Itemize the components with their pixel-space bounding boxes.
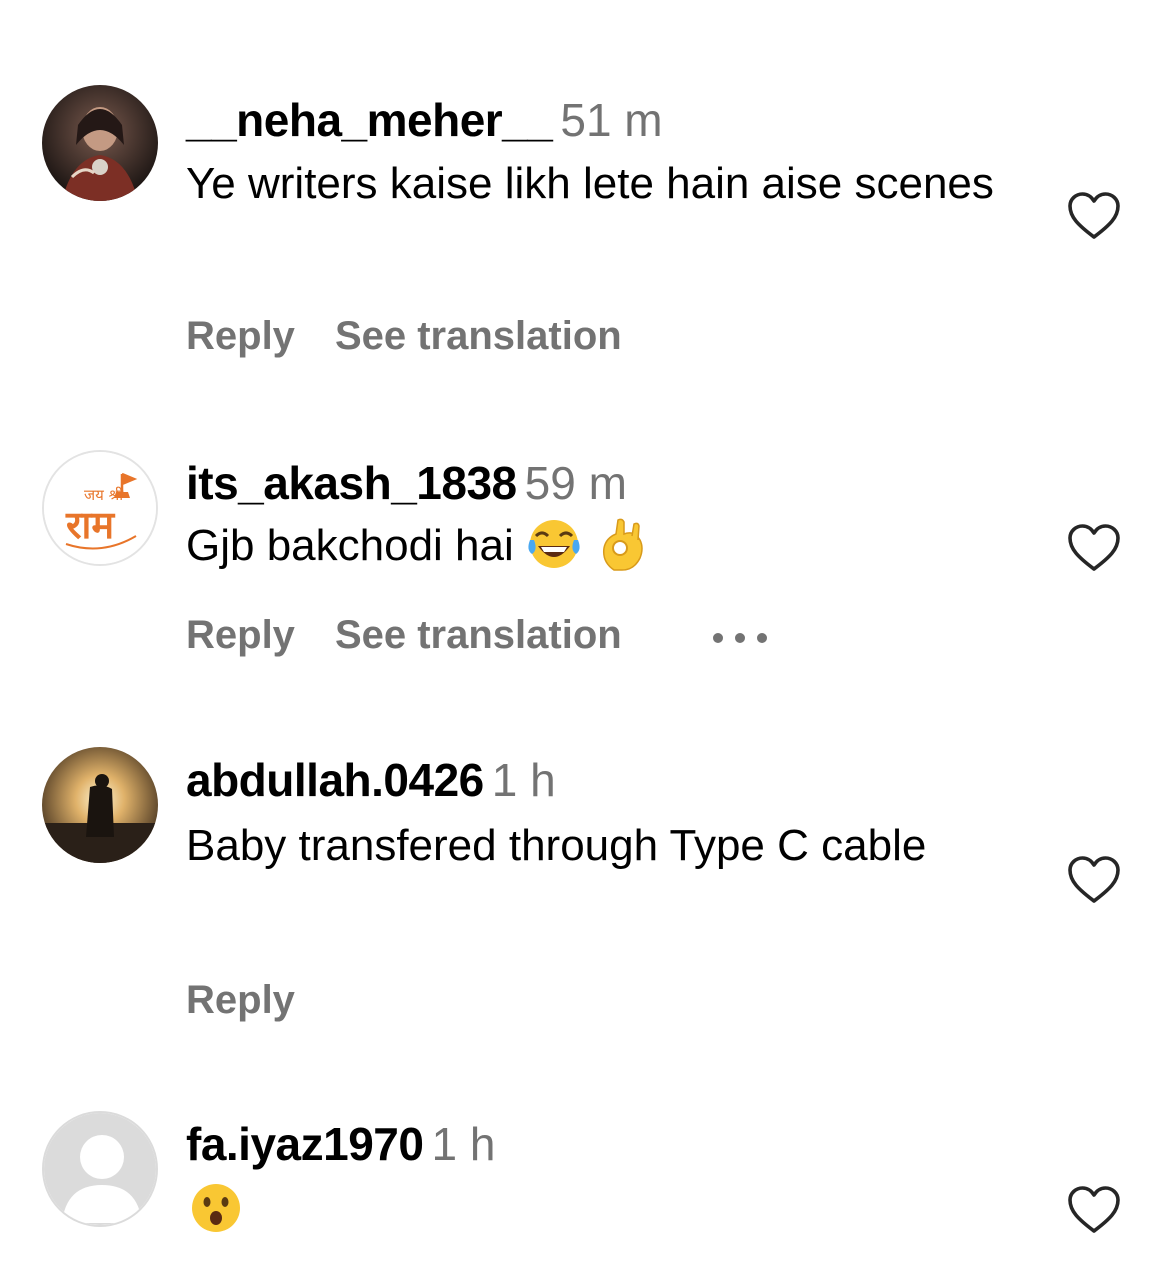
comment-timestamp: 51 m <box>560 94 663 146</box>
see-translation-button[interactable]: See translation <box>335 314 622 358</box>
reply-button[interactable]: Reply <box>186 314 295 358</box>
see-translation-button[interactable]: See translation <box>335 613 622 657</box>
comment-username[interactable]: abdullah.0426 <box>186 754 484 806</box>
user-avatar[interactable] <box>42 747 158 863</box>
comment-text: Baby transfered through Type C cable <box>186 821 927 870</box>
logo-top-text: जय श्री <box>84 486 124 504</box>
heart-outline-icon <box>1068 192 1120 239</box>
comment-timestamp: 1 h <box>491 754 556 806</box>
reply-button[interactable]: Reply <box>186 613 295 657</box>
reply-button[interactable]: Reply <box>186 978 295 1022</box>
avatar-jai-shri-ram-logo: जय श्री राम <box>44 452 156 564</box>
heart-outline-icon <box>1068 524 1120 571</box>
ok-hand-emoji <box>594 516 650 572</box>
like-button[interactable] <box>1066 854 1122 906</box>
comment-username[interactable]: fa.iyaz1970 <box>186 1118 424 1170</box>
heart-outline-icon <box>1068 856 1120 903</box>
logo-main-text: राम <box>65 503 115 547</box>
comment-text: Ye writers kaise likh lete hain aise sce… <box>186 159 994 208</box>
like-button[interactable] <box>1066 1184 1122 1236</box>
comment-timestamp: 59 m <box>524 457 627 509</box>
user-avatar[interactable]: जय श्री राम <box>42 450 158 566</box>
heart-outline-icon <box>1068 1186 1120 1233</box>
tears-of-joy-emoji <box>526 516 582 572</box>
avatar-photo-portrait <box>42 85 158 201</box>
default-avatar-icon <box>44 1113 156 1225</box>
user-avatar[interactable] <box>42 85 158 201</box>
avatar-sunset-silhouette-photo <box>42 747 158 863</box>
comment-text-row: Gjb bakchodi hai <box>186 514 1006 578</box>
user-avatar[interactable] <box>42 1111 158 1227</box>
like-button[interactable] <box>1066 190 1122 242</box>
more-options-icon[interactable] <box>712 607 768 655</box>
like-button[interactable] <box>1066 522 1122 574</box>
comment-text: Gjb bakchodi hai <box>186 521 514 570</box>
surprised-face-emoji <box>188 1180 244 1236</box>
comment-username[interactable]: __neha_meher__ <box>186 94 553 146</box>
comment-timestamp: 1 h <box>431 1118 496 1170</box>
comment-username[interactable]: its_akash_1838 <box>186 457 517 509</box>
comment-text-row <box>186 1178 1006 1242</box>
